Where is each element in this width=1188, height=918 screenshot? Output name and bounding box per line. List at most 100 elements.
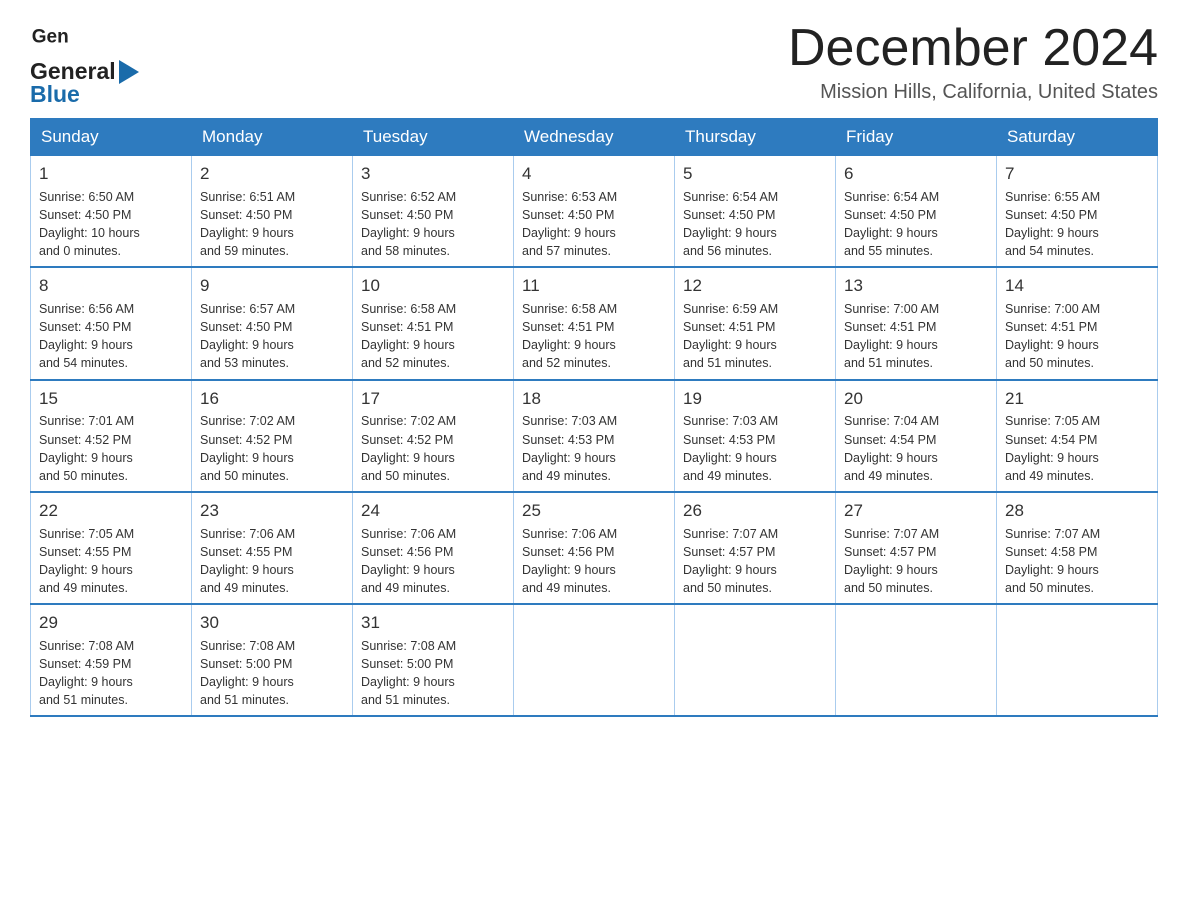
calendar-day-cell — [514, 604, 675, 716]
day-info: Sunrise: 6:53 AMSunset: 4:50 PMDaylight:… — [522, 188, 666, 261]
day-info: Sunrise: 7:08 AMSunset: 5:00 PMDaylight:… — [361, 637, 505, 710]
day-number: 1 — [39, 162, 183, 186]
day-number: 25 — [522, 499, 666, 523]
day-number: 23 — [200, 499, 344, 523]
day-info: Sunrise: 7:05 AMSunset: 4:55 PMDaylight:… — [39, 525, 183, 598]
calendar-day-cell: 28Sunrise: 7:07 AMSunset: 4:58 PMDayligh… — [997, 492, 1158, 604]
day-number: 30 — [200, 611, 344, 635]
day-number: 16 — [200, 387, 344, 411]
day-info: Sunrise: 7:03 AMSunset: 4:53 PMDaylight:… — [683, 412, 827, 485]
calendar-header-row: SundayMondayTuesdayWednesdayThursdayFrid… — [31, 119, 1158, 156]
calendar-day-cell: 24Sunrise: 7:06 AMSunset: 4:56 PMDayligh… — [353, 492, 514, 604]
calendar-day-header: Friday — [836, 119, 997, 156]
calendar-day-header: Wednesday — [514, 119, 675, 156]
day-info: Sunrise: 7:03 AMSunset: 4:53 PMDaylight:… — [522, 412, 666, 485]
calendar-day-cell: 4Sunrise: 6:53 AMSunset: 4:50 PMDaylight… — [514, 156, 675, 268]
calendar-week-row: 22Sunrise: 7:05 AMSunset: 4:55 PMDayligh… — [31, 492, 1158, 604]
logo-icon: General — [30, 20, 68, 58]
calendar-day-cell: 23Sunrise: 7:06 AMSunset: 4:55 PMDayligh… — [192, 492, 353, 604]
calendar-day-cell: 2Sunrise: 6:51 AMSunset: 4:50 PMDaylight… — [192, 156, 353, 268]
page-header: General General Blue December 2024 Missi… — [30, 20, 1158, 108]
calendar-day-header: Monday — [192, 119, 353, 156]
title-section: December 2024 Mission Hills, California,… — [788, 20, 1158, 104]
day-info: Sunrise: 6:57 AMSunset: 4:50 PMDaylight:… — [200, 300, 344, 373]
page-title: December 2024 — [788, 20, 1158, 77]
day-number: 13 — [844, 274, 988, 298]
day-info: Sunrise: 7:02 AMSunset: 4:52 PMDaylight:… — [361, 412, 505, 485]
calendar-day-cell: 15Sunrise: 7:01 AMSunset: 4:52 PMDayligh… — [31, 380, 192, 492]
calendar-week-row: 15Sunrise: 7:01 AMSunset: 4:52 PMDayligh… — [31, 380, 1158, 492]
day-info: Sunrise: 7:07 AMSunset: 4:58 PMDaylight:… — [1005, 525, 1149, 598]
day-number: 21 — [1005, 387, 1149, 411]
calendar-week-row: 1Sunrise: 6:50 AMSunset: 4:50 PMDaylight… — [31, 156, 1158, 268]
calendar-day-cell: 25Sunrise: 7:06 AMSunset: 4:56 PMDayligh… — [514, 492, 675, 604]
calendar-week-row: 8Sunrise: 6:56 AMSunset: 4:50 PMDaylight… — [31, 267, 1158, 379]
day-info: Sunrise: 7:06 AMSunset: 4:55 PMDaylight:… — [200, 525, 344, 598]
calendar-day-cell: 6Sunrise: 6:54 AMSunset: 4:50 PMDaylight… — [836, 156, 997, 268]
calendar-day-cell: 16Sunrise: 7:02 AMSunset: 4:52 PMDayligh… — [192, 380, 353, 492]
calendar-day-cell — [675, 604, 836, 716]
logo-triangle-icon — [119, 60, 139, 84]
day-info: Sunrise: 7:05 AMSunset: 4:54 PMDaylight:… — [1005, 412, 1149, 485]
day-number: 14 — [1005, 274, 1149, 298]
day-number: 22 — [39, 499, 183, 523]
calendar-day-cell: 22Sunrise: 7:05 AMSunset: 4:55 PMDayligh… — [31, 492, 192, 604]
calendar-day-cell: 7Sunrise: 6:55 AMSunset: 4:50 PMDaylight… — [997, 156, 1158, 268]
day-info: Sunrise: 7:08 AMSunset: 4:59 PMDaylight:… — [39, 637, 183, 710]
day-number: 10 — [361, 274, 505, 298]
calendar-day-header: Tuesday — [353, 119, 514, 156]
day-info: Sunrise: 6:59 AMSunset: 4:51 PMDaylight:… — [683, 300, 827, 373]
calendar-day-cell: 31Sunrise: 7:08 AMSunset: 5:00 PMDayligh… — [353, 604, 514, 716]
day-info: Sunrise: 7:07 AMSunset: 4:57 PMDaylight:… — [683, 525, 827, 598]
calendar-day-cell: 30Sunrise: 7:08 AMSunset: 5:00 PMDayligh… — [192, 604, 353, 716]
day-number: 17 — [361, 387, 505, 411]
day-number: 29 — [39, 611, 183, 635]
day-number: 24 — [361, 499, 505, 523]
day-info: Sunrise: 7:02 AMSunset: 4:52 PMDaylight:… — [200, 412, 344, 485]
day-info: Sunrise: 7:06 AMSunset: 4:56 PMDaylight:… — [361, 525, 505, 598]
day-number: 8 — [39, 274, 183, 298]
logo: General General Blue — [30, 20, 142, 108]
calendar-day-header: Thursday — [675, 119, 836, 156]
calendar-day-cell: 19Sunrise: 7:03 AMSunset: 4:53 PMDayligh… — [675, 380, 836, 492]
calendar-day-cell: 13Sunrise: 7:00 AMSunset: 4:51 PMDayligh… — [836, 267, 997, 379]
day-number: 18 — [522, 387, 666, 411]
day-number: 11 — [522, 274, 666, 298]
calendar-day-cell: 20Sunrise: 7:04 AMSunset: 4:54 PMDayligh… — [836, 380, 997, 492]
calendar-day-cell: 21Sunrise: 7:05 AMSunset: 4:54 PMDayligh… — [997, 380, 1158, 492]
day-info: Sunrise: 7:00 AMSunset: 4:51 PMDaylight:… — [844, 300, 988, 373]
day-info: Sunrise: 7:04 AMSunset: 4:54 PMDaylight:… — [844, 412, 988, 485]
calendar-day-header: Saturday — [997, 119, 1158, 156]
calendar-day-cell: 3Sunrise: 6:52 AMSunset: 4:50 PMDaylight… — [353, 156, 514, 268]
day-number: 4 — [522, 162, 666, 186]
day-number: 5 — [683, 162, 827, 186]
calendar-day-cell: 29Sunrise: 7:08 AMSunset: 4:59 PMDayligh… — [31, 604, 192, 716]
day-number: 7 — [1005, 162, 1149, 186]
day-info: Sunrise: 6:50 AMSunset: 4:50 PMDaylight:… — [39, 188, 183, 261]
calendar-week-row: 29Sunrise: 7:08 AMSunset: 4:59 PMDayligh… — [31, 604, 1158, 716]
calendar-day-cell: 12Sunrise: 6:59 AMSunset: 4:51 PMDayligh… — [675, 267, 836, 379]
calendar-day-cell — [836, 604, 997, 716]
day-info: Sunrise: 6:58 AMSunset: 4:51 PMDaylight:… — [361, 300, 505, 373]
calendar-day-cell: 10Sunrise: 6:58 AMSunset: 4:51 PMDayligh… — [353, 267, 514, 379]
day-number: 26 — [683, 499, 827, 523]
calendar-day-cell: 5Sunrise: 6:54 AMSunset: 4:50 PMDaylight… — [675, 156, 836, 268]
calendar-day-header: Sunday — [31, 119, 192, 156]
svg-text:General: General — [32, 26, 68, 47]
day-info: Sunrise: 6:52 AMSunset: 4:50 PMDaylight:… — [361, 188, 505, 261]
calendar-day-cell — [997, 604, 1158, 716]
day-number: 31 — [361, 611, 505, 635]
day-number: 9 — [200, 274, 344, 298]
calendar-day-cell: 11Sunrise: 6:58 AMSunset: 4:51 PMDayligh… — [514, 267, 675, 379]
logo-blue: Blue — [30, 81, 80, 107]
day-info: Sunrise: 7:08 AMSunset: 5:00 PMDaylight:… — [200, 637, 344, 710]
calendar-day-cell: 8Sunrise: 6:56 AMSunset: 4:50 PMDaylight… — [31, 267, 192, 379]
page-subtitle: Mission Hills, California, United States — [788, 81, 1158, 104]
day-info: Sunrise: 6:56 AMSunset: 4:50 PMDaylight:… — [39, 300, 183, 373]
day-number: 2 — [200, 162, 344, 186]
calendar-day-cell: 9Sunrise: 6:57 AMSunset: 4:50 PMDaylight… — [192, 267, 353, 379]
day-number: 6 — [844, 162, 988, 186]
day-number: 19 — [683, 387, 827, 411]
day-info: Sunrise: 6:58 AMSunset: 4:51 PMDaylight:… — [522, 300, 666, 373]
calendar-day-cell: 18Sunrise: 7:03 AMSunset: 4:53 PMDayligh… — [514, 380, 675, 492]
